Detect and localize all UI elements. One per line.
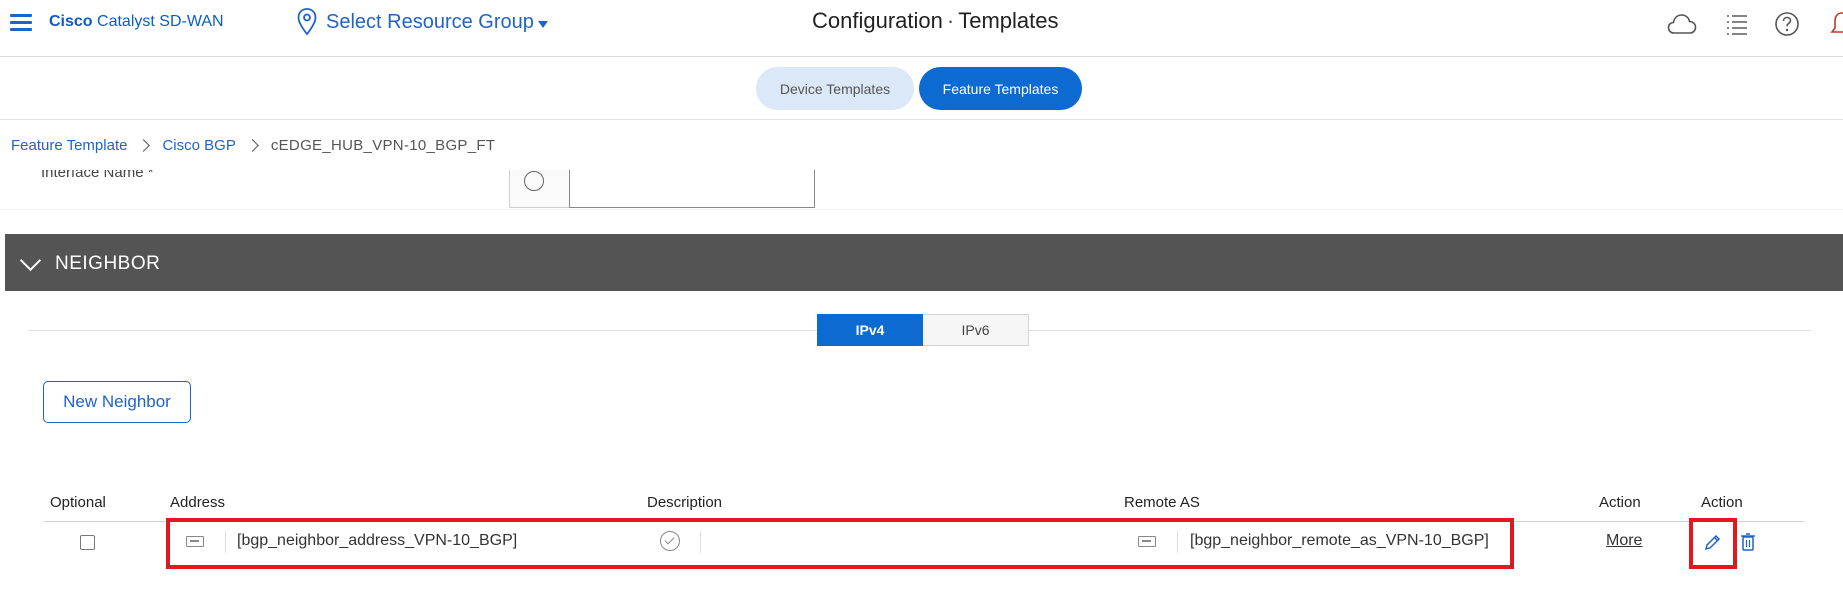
column-header-address: Address [170, 494, 226, 511]
tab-ipv4[interactable]: IPv4 [817, 314, 923, 346]
radio-icon [524, 171, 544, 191]
ip-version-toggle: IPv4 IPv6 [817, 314, 1029, 346]
brand-logo[interactable]: Cisco Catalyst SD-WAN [49, 13, 224, 31]
column-header-optional: Optional [50, 494, 106, 511]
column-header-action: Action [1701, 494, 1743, 511]
location-pin-icon [297, 8, 317, 36]
column-header-action: Action [1599, 494, 1641, 511]
tab-ipv6[interactable]: IPv6 [923, 314, 1029, 346]
neighbor-section-header[interactable]: NEIGHBOR [5, 234, 1843, 291]
highlight-box [1689, 518, 1737, 569]
new-neighbor-button[interactable]: New Neighbor [43, 381, 191, 423]
template-tabs: Device Templates Feature Templates [756, 67, 1082, 110]
breadcrumb: Feature Template Cisco BGP cEDGE_HUB_VPN… [11, 137, 495, 154]
interface-name-label: Interface Name * [41, 170, 154, 181]
optional-checkbox[interactable] [80, 535, 95, 550]
cloud-icon[interactable] [1666, 8, 1698, 40]
chevron-right-icon [245, 139, 259, 152]
column-header-remote-as: Remote AS [1124, 494, 1200, 511]
tab-feature-templates[interactable]: Feature Templates [919, 67, 1082, 110]
page-title: Configuration · Templates [812, 8, 1059, 33]
chevron-down-icon [19, 249, 42, 272]
bell-icon[interactable] [1826, 8, 1843, 40]
breadcrumb-feature-template[interactable]: Feature Template [11, 137, 127, 154]
column-header-description: Description [647, 494, 723, 511]
breadcrumb-current: cEDGE_HUB_VPN-10_BGP_FT [270, 137, 496, 154]
breadcrumb-cisco-bgp[interactable]: Cisco BGP [162, 137, 235, 154]
more-link[interactable]: More [1606, 532, 1642, 550]
interface-name-row: Interface Name * [0, 170, 1843, 210]
scope-selector[interactable] [509, 170, 570, 208]
caret-down-icon [537, 20, 548, 28]
resource-group-selector[interactable]: Select Resource Group [296, 7, 548, 37]
tasks-list-icon[interactable] [1721, 8, 1753, 40]
highlight-box [166, 518, 1514, 569]
section-title: NEIGHBOR [55, 253, 161, 274]
resource-group-label: Select Resource Group [326, 10, 534, 33]
divider [0, 119, 1843, 120]
chevron-right-icon [137, 139, 151, 152]
help-icon[interactable] [1771, 8, 1803, 40]
interface-name-input[interactable] [569, 170, 815, 208]
menu-icon[interactable] [10, 14, 32, 32]
tab-device-templates[interactable]: Device Templates [756, 67, 914, 110]
trash-icon[interactable] [1740, 532, 1756, 552]
top-header: Cisco Catalyst SD-WAN Select Resource Gr… [0, 0, 1843, 57]
